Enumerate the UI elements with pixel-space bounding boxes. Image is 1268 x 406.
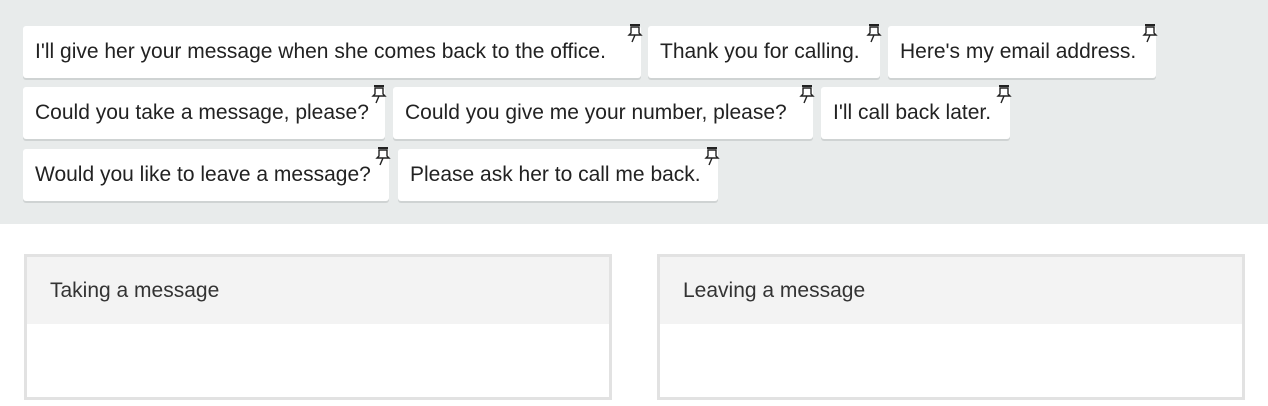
phrase-chip[interactable]: Please ask her to call me back. [398,147,720,201]
phrase-chip[interactable]: Could you give me your number, please? [393,85,815,139]
pushpin-icon[interactable] [702,145,722,167]
pushpin-icon[interactable] [864,22,884,44]
pushpin-icon[interactable] [1140,22,1160,44]
phrase-pool: I'll give her your message when she come… [0,0,1268,224]
phrase-chip[interactable]: I'll call back later. [821,85,1012,139]
pushpin-icon[interactable] [373,145,393,167]
category-taking-message[interactable]: Taking a message [24,254,612,400]
pushpin-icon[interactable] [369,83,389,105]
phrase-chip[interactable]: Could you take a message, please? [23,85,387,139]
phrase-chip[interactable]: Thank you for calling. [648,24,882,78]
phrase-text: Thank you for calling. [660,40,860,63]
pushpin-icon[interactable] [994,83,1014,105]
phrase-text: Please ask her to call me back. [410,163,701,186]
pushpin-icon[interactable] [797,83,817,105]
drop-area[interactable] [660,324,1242,397]
phrase-text: Here's my email address. [900,40,1137,63]
phrase-text: Would you like to leave a message? [35,163,371,186]
phrase-text: Could you take a message, please? [35,101,369,124]
category-title: Taking a message [27,257,609,324]
phrase-chip[interactable]: I'll give her your message when she come… [23,24,643,78]
category-leaving-message[interactable]: Leaving a message [657,254,1245,400]
phrase-text: I'll give her your message when she come… [35,40,606,63]
phrase-text: Could you give me your number, please? [405,101,787,124]
phrase-chip[interactable]: Would you like to leave a message? [23,147,391,201]
drop-area[interactable] [27,324,609,397]
phrase-text: I'll call back later. [833,101,992,124]
category-title: Leaving a message [660,257,1242,324]
pushpin-icon[interactable] [625,22,645,44]
phrase-chip[interactable]: Here's my email address. [888,24,1158,78]
